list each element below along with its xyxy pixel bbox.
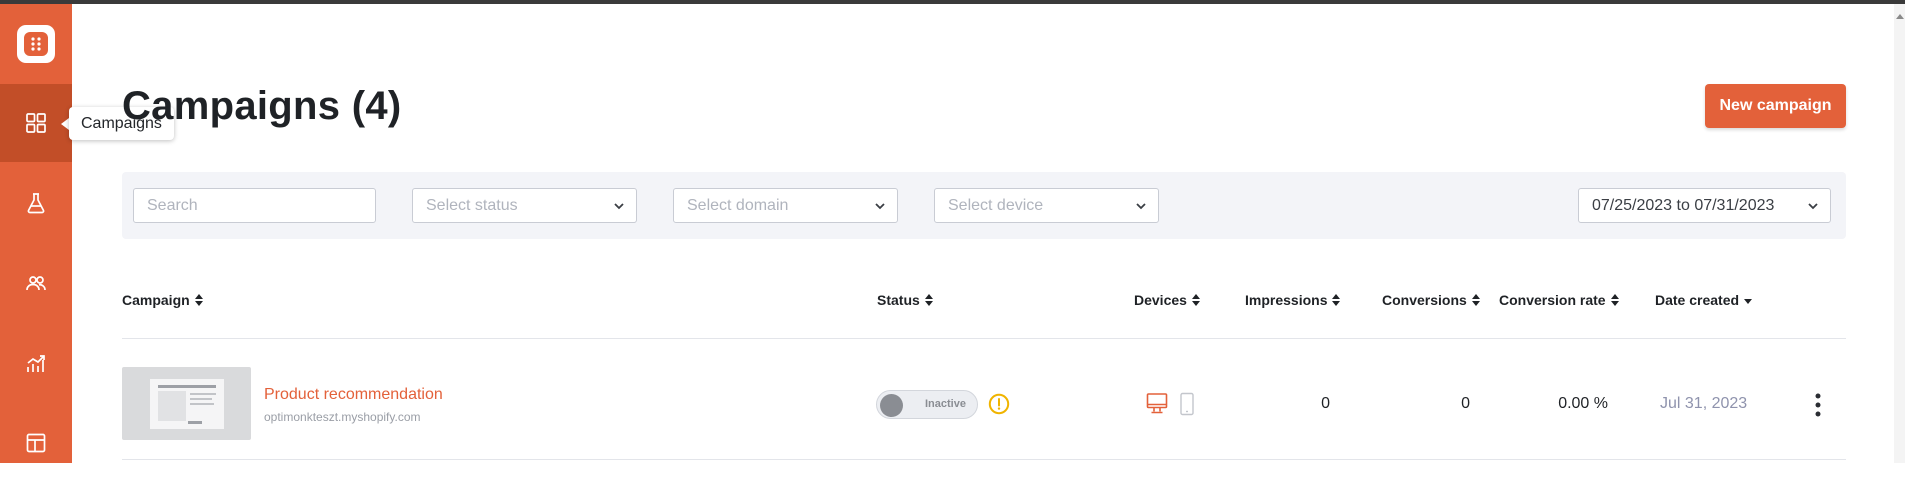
chevron-down-icon	[875, 203, 885, 210]
column-header-date-created[interactable]: Date created	[1655, 292, 1753, 308]
chevron-down-icon	[1136, 203, 1146, 210]
toggle-knob	[880, 394, 903, 417]
search-field[interactable]	[133, 188, 376, 223]
sidebar-item-templates[interactable]	[0, 404, 72, 482]
mobile-icon	[1180, 392, 1194, 416]
column-header-label: Status	[877, 292, 920, 308]
conversions-value: 0	[1461, 395, 1470, 412]
domain-select-placeholder: Select domain	[687, 197, 789, 214]
conversion-rate-value: 0.00 %	[1558, 395, 1608, 412]
date-range-picker[interactable]: 07/25/2023 to 07/31/2023	[1578, 188, 1831, 223]
layout-icon	[26, 433, 46, 453]
sort-icon	[194, 294, 203, 306]
device-select[interactable]: Select device	[934, 188, 1159, 223]
column-header-status[interactable]: Status	[877, 292, 933, 308]
sort-icon	[924, 294, 933, 306]
scroll-up-arrow-icon[interactable]	[1896, 14, 1904, 19]
campaign-thumbnail[interactable]	[122, 367, 251, 440]
sort-icon	[1332, 294, 1341, 306]
search-input[interactable]	[147, 189, 375, 223]
column-header-impressions[interactable]: Impressions	[1245, 292, 1341, 308]
window-top-border	[0, 0, 1905, 4]
page-title: Campaigns (4)	[122, 84, 402, 128]
column-header-conversions[interactable]: Conversions	[1382, 292, 1480, 308]
status-toggle[interactable]: Inactive	[876, 390, 978, 419]
vertical-scrollbar[interactable]	[1894, 4, 1905, 463]
filter-bar: Select status Select domain Select devic…	[122, 172, 1846, 239]
column-header-label: Conversions	[1382, 292, 1467, 308]
column-header-label: Campaign	[122, 292, 190, 308]
column-header-label: Devices	[1134, 292, 1187, 308]
status-select[interactable]: Select status	[412, 188, 637, 223]
column-header-label: Impressions	[1245, 292, 1328, 308]
chevron-down-icon	[1808, 203, 1818, 210]
campaign-domain: optimonkteszt.myshopify.com	[264, 410, 421, 424]
date-range-value: 07/25/2023 to 07/31/2023	[1592, 197, 1775, 214]
campaign-name-link[interactable]: Product recommendation	[264, 386, 443, 404]
analytics-icon	[27, 355, 45, 372]
more-options-icon[interactable]	[1808, 392, 1828, 418]
users-icon	[26, 276, 46, 291]
column-header-label: Conversion rate	[1499, 292, 1606, 308]
sort-desc-icon	[1744, 299, 1753, 304]
sidebar-item-analytics[interactable]	[0, 324, 72, 402]
column-header-devices[interactable]: Devices	[1134, 292, 1200, 308]
grid-icon	[26, 113, 46, 133]
logo-icon	[17, 25, 55, 63]
sidebar-item-subscribers[interactable]	[0, 244, 72, 322]
date-created-value: Jul 31, 2023	[1660, 395, 1748, 412]
domain-select[interactable]: Select domain	[673, 188, 898, 223]
status-select-placeholder: Select status	[426, 197, 518, 214]
status-label: Inactive	[925, 398, 966, 410]
column-header-campaign[interactable]: Campaign	[122, 292, 203, 308]
chevron-down-icon	[614, 203, 624, 210]
table-header-divider	[122, 338, 1846, 339]
thumbnail-preview	[150, 379, 224, 429]
device-select-placeholder: Select device	[948, 197, 1044, 214]
column-header-label: Date created	[1655, 292, 1740, 308]
sidebar	[0, 4, 72, 463]
row-divider	[122, 459, 1846, 460]
app-logo[interactable]	[0, 4, 72, 84]
desktop-icon	[1146, 393, 1168, 414]
column-header-conversion-rate[interactable]: Conversion rate	[1499, 292, 1619, 308]
new-campaign-button[interactable]: New campaign	[1705, 84, 1846, 128]
tooltip-arrow	[61, 118, 69, 130]
warning-icon[interactable]	[988, 393, 1010, 415]
flask-icon	[27, 193, 45, 214]
sort-icon	[1471, 294, 1480, 306]
sort-icon	[1191, 294, 1200, 306]
sidebar-item-experiments[interactable]	[0, 164, 72, 242]
impressions-value: 0	[1321, 395, 1330, 412]
sort-icon	[1610, 294, 1619, 306]
